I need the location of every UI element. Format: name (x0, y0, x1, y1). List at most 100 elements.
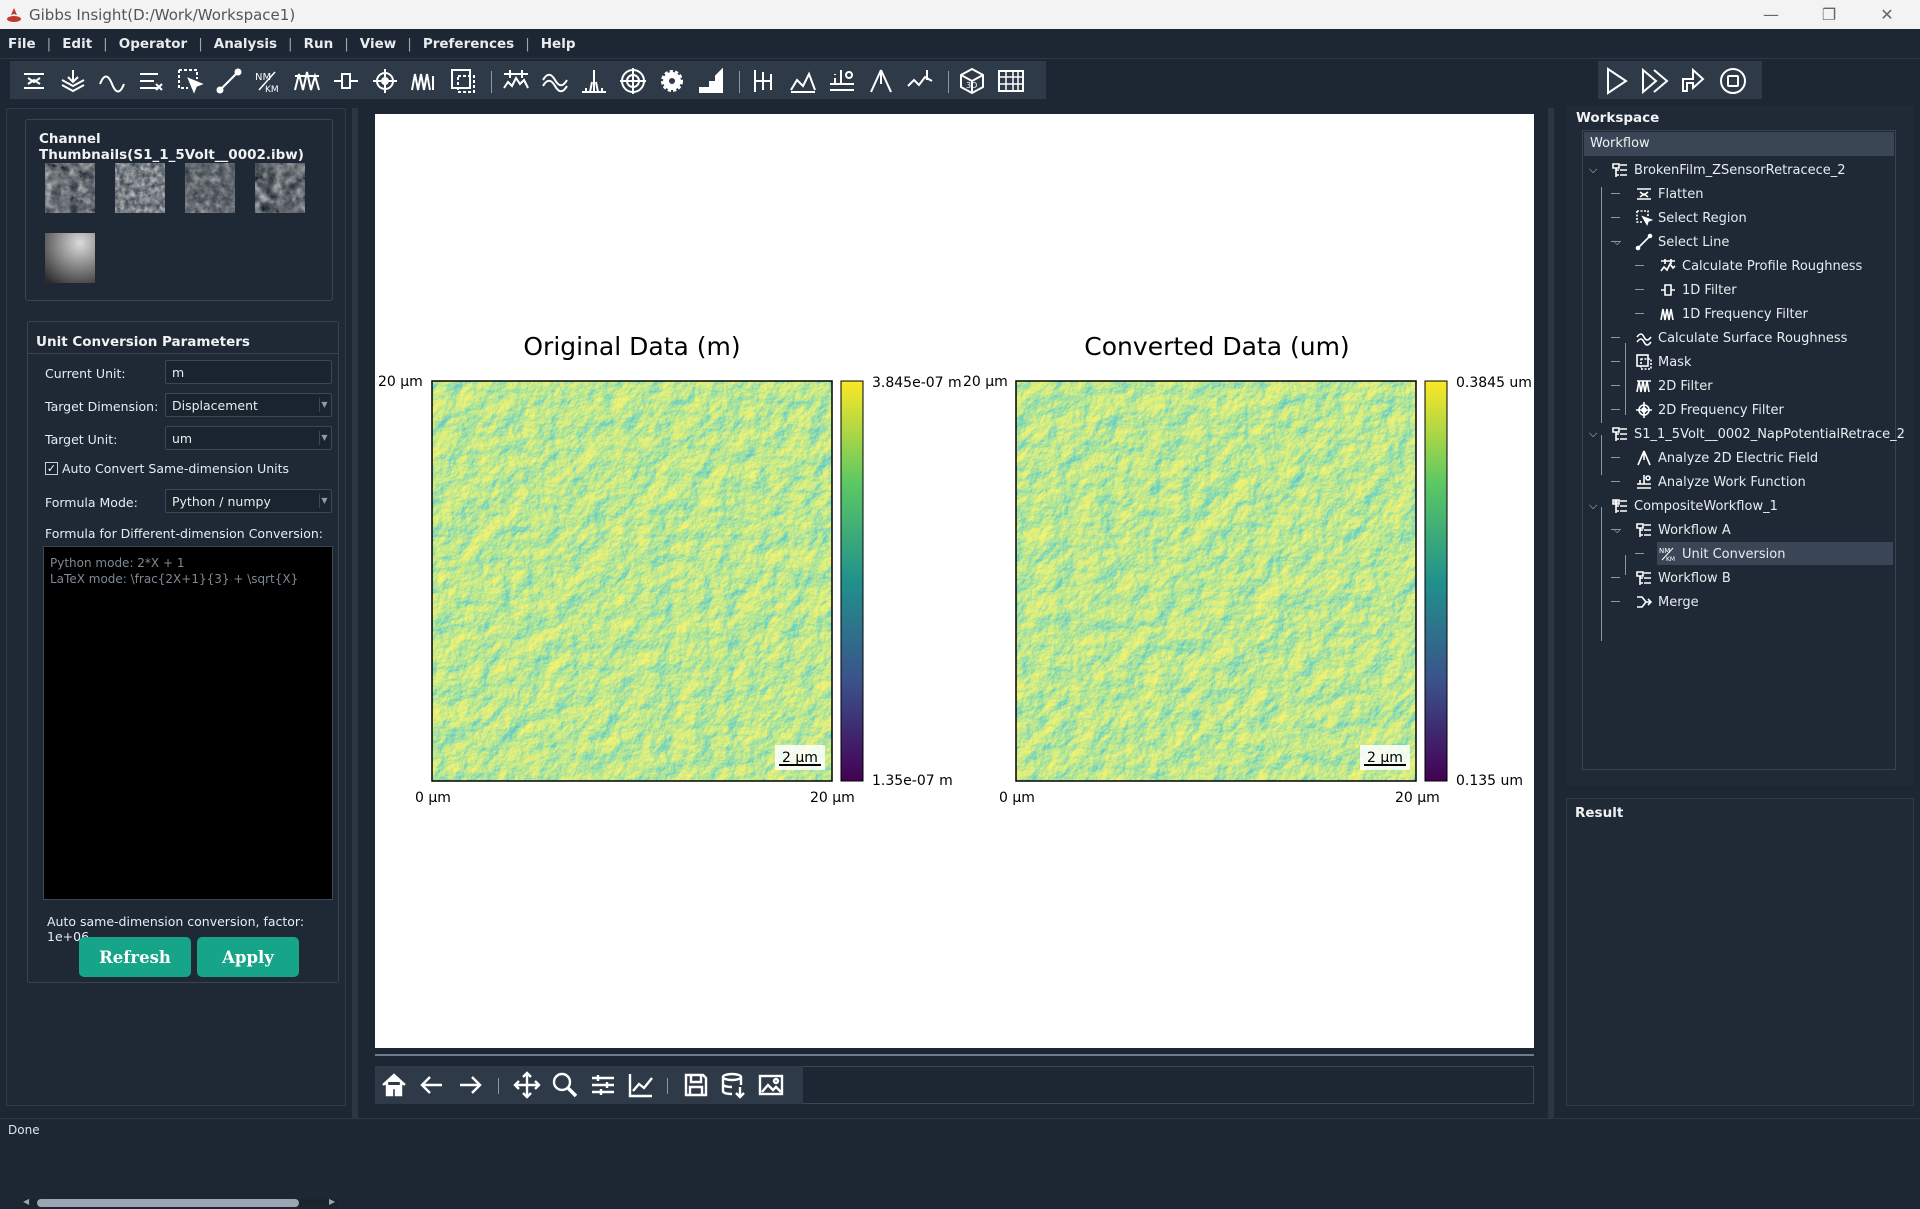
tree-item[interactable]: Analyze Work Function (1635, 471, 1806, 493)
restore-button[interactable]: ❐ (1800, 0, 1858, 29)
plot-original: Original Data (m) 20 µm 0 µm 20 µm 2 µm … (378, 332, 962, 806)
refresh-button[interactable]: Refresh (79, 937, 191, 977)
export-data-icon[interactable] (717, 1068, 751, 1102)
plot-canvas[interactable]: Original Data (m) 20 µm 0 µm 20 µm 2 µm … (375, 114, 1534, 1048)
export-image-icon[interactable] (755, 1068, 789, 1102)
surface-roughness-icon[interactable] (539, 65, 571, 97)
mask-icon[interactable] (447, 65, 479, 97)
particle-icon[interactable] (787, 65, 819, 97)
menu-operator[interactable]: Operator (117, 36, 189, 52)
back-icon[interactable] (415, 1068, 449, 1102)
formula-mode-select[interactable]: Python / numpy ▼ (165, 489, 332, 513)
menu-file[interactable]: File (6, 36, 38, 52)
work-function-icon[interactable] (826, 65, 858, 97)
formula-editor[interactable]: Python mode: 2*X + 1 LaTeX mode: \frac{2… (43, 546, 333, 900)
menu-view[interactable]: View (358, 36, 398, 52)
run-step-icon[interactable] (1678, 65, 1710, 97)
tree-item[interactable]: 2D Filter (1635, 375, 1713, 397)
save-icon[interactable] (679, 1068, 713, 1102)
thumbnail-channel-5[interactable] (45, 233, 95, 283)
tree-item[interactable]: Flatten (1635, 183, 1704, 205)
minimize-button[interactable]: — (1742, 0, 1800, 29)
home-icon[interactable] (377, 1068, 411, 1102)
tree-item[interactable]: Calculate Surface Roughness (1635, 327, 1847, 349)
step-height-icon[interactable] (695, 65, 727, 97)
edit-axes-icon[interactable] (624, 1068, 658, 1102)
smooth-icon[interactable] (96, 65, 128, 97)
tree-item-label: BrokenFilm_ZSensorRetracece_2 (1634, 162, 1846, 178)
tree-item[interactable]: Select Line (1635, 231, 1729, 253)
zoom-icon[interactable] (548, 1068, 582, 1102)
thumbnail-channel-2[interactable] (115, 163, 165, 213)
trend-icon[interactable] (904, 65, 936, 97)
auto-convert-checkbox[interactable]: ✓ (45, 462, 58, 475)
select-line-icon[interactable] (213, 65, 245, 97)
tree-item[interactable]: CompositeWorkflow_1 (1611, 495, 1778, 517)
tree-item[interactable]: S1_1_5Volt__0002_NapPotentialRetrace_2 (1611, 423, 1905, 445)
unit-conversion-icon[interactable]: NM KM (252, 65, 284, 97)
scroll-right-icon[interactable]: ▶ (329, 1197, 335, 1206)
run-icon[interactable] (1600, 65, 1632, 97)
menu-analysis[interactable]: Analysis (212, 36, 279, 52)
scroll-left-icon[interactable]: ◀ (23, 1197, 29, 1206)
menu-run[interactable]: Run (302, 36, 336, 52)
menu-preferences[interactable]: Preferences (421, 36, 516, 52)
select-region-icon[interactable] (174, 65, 206, 97)
thumbnail-channel-3[interactable] (185, 163, 235, 213)
expand-chevron-icon[interactable]: ⌵ (1613, 235, 1621, 249)
expand-chevron-icon[interactable]: ⌵ (1589, 499, 1597, 513)
grid-view-icon[interactable] (995, 65, 1027, 97)
menu-help[interactable]: Help (539, 36, 578, 52)
gear-icon[interactable] (656, 65, 688, 97)
apply-button[interactable]: Apply (197, 937, 299, 977)
tree-header[interactable]: Workflow (1584, 132, 1894, 156)
horizontal-scrollbar[interactable]: ◀ ▶ (23, 1197, 339, 1209)
configure-subplots-icon[interactable] (586, 1068, 620, 1102)
pan-icon[interactable] (510, 1068, 544, 1102)
tree-item-label: Mask (1658, 354, 1692, 370)
peak-icon[interactable] (578, 65, 610, 97)
tree-item[interactable]: 1D Frequency Filter (1659, 303, 1808, 325)
thumbnail-channel-1[interactable] (45, 163, 95, 213)
flatten-icon[interactable] (18, 65, 50, 97)
plane-fit-icon[interactable] (57, 65, 89, 97)
scrollbar-thumb[interactable] (37, 1199, 299, 1207)
menu-edit[interactable]: Edit (60, 36, 94, 52)
line-correction-icon[interactable] (135, 65, 167, 97)
tree-item[interactable]: 2D Frequency Filter (1635, 399, 1784, 421)
tree-item[interactable]: Select Region (1635, 207, 1747, 229)
tree-item[interactable]: BrokenFilm_ZSensorRetracece_2 (1611, 159, 1846, 181)
tree-item[interactable]: Workflow B (1635, 567, 1731, 589)
splitter-right[interactable] (1548, 108, 1554, 1118)
forward-icon[interactable] (453, 1068, 487, 1102)
frequency-filter-1d-icon[interactable] (408, 65, 440, 97)
tree-item[interactable]: Merge (1635, 591, 1699, 613)
expand-chevron-icon[interactable]: ⌵ (1589, 163, 1597, 177)
target-dimension-select[interactable]: Displacement ▼ (165, 393, 332, 417)
electric-field-icon[interactable] (865, 65, 897, 97)
target-icon[interactable] (617, 65, 649, 97)
splitter-left[interactable] (352, 108, 358, 1118)
run-all-icon[interactable] (1639, 65, 1671, 97)
tree-item[interactable]: 1D Filter (1659, 279, 1737, 301)
current-unit-field[interactable]: m (165, 360, 332, 384)
expand-chevron-icon[interactable]: ⌵ (1613, 523, 1621, 537)
thumbnail-channel-4[interactable] (255, 163, 305, 213)
stop-icon[interactable] (1717, 65, 1749, 97)
filter-1d-icon[interactable] (330, 65, 362, 97)
frequency-filter-2d-icon[interactable] (369, 65, 401, 97)
close-button[interactable]: ✕ (1858, 0, 1916, 29)
tree-item[interactable]: Workflow A (1635, 519, 1731, 541)
grain-analysis-icon[interactable] (748, 65, 780, 97)
tree-item[interactable]: Calculate Profile Roughness (1659, 255, 1862, 277)
profile-roughness-icon[interactable] (500, 65, 532, 97)
target-unit-select[interactable]: um ▼ (165, 426, 332, 450)
status-bar: Done (0, 1118, 1920, 1140)
tree-item[interactable]: Mask (1635, 351, 1691, 373)
tree-item[interactable]: Analyze 2D Electric Field (1635, 447, 1818, 469)
fft-icon[interactable] (291, 65, 323, 97)
tree-item[interactable]: NM KM Unit Conversion (1659, 543, 1785, 565)
3d-view-icon[interactable]: 3D (956, 65, 988, 97)
workflow-tree[interactable]: Workflow ⌵ BrokenFilm_ZSensorRetracece_2 F… (1582, 130, 1905, 770)
expand-chevron-icon[interactable]: ⌵ (1589, 427, 1597, 441)
